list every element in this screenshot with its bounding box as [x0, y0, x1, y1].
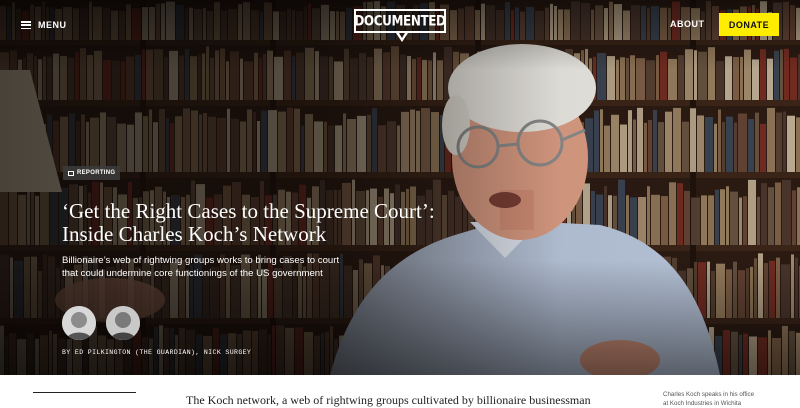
article-dek: Billionaire’s web of rightwing groups wo…	[62, 255, 357, 280]
photo-caption-line-2: at Koch Industries in Wichita	[663, 400, 783, 408]
menu-button[interactable]: MENU	[21, 18, 67, 32]
author-avatar[interactable]	[62, 306, 96, 340]
tag-icon	[68, 171, 74, 176]
about-link[interactable]: ABOUT	[670, 19, 705, 29]
headline-line-2: Inside Charles Koch’s Network	[62, 222, 326, 246]
section-tag-label: REPORTING	[77, 170, 115, 176]
hamburger-icon	[21, 21, 31, 29]
hero-image: MENU DOCUMENTED ABOUT DONATE REPORTING ‘…	[0, 0, 800, 375]
photo-caption-line-1: Charles Koch speaks in his office	[663, 391, 783, 400]
article-body-start: The Koch network, a web of rightwing gro…	[186, 393, 656, 408]
author-avatar[interactable]	[106, 306, 140, 340]
article-headline: ‘Get the Right Cases to the Supreme Cour…	[62, 200, 482, 246]
site-logo[interactable]: DOCUMENTED	[354, 9, 446, 33]
byline: BY ED PILKINGTON (THE GUARDIAN), NICK SU…	[62, 349, 251, 356]
section-tag[interactable]: REPORTING	[63, 166, 120, 180]
divider	[33, 392, 136, 393]
photo-caption: Charles Koch speaks in his office at Koc…	[663, 391, 783, 408]
menu-label: MENU	[38, 20, 67, 30]
logo-text: DOCUMENTED	[354, 13, 445, 29]
headline-line-1: ‘Get the Right Cases to the Supreme Cour…	[62, 199, 435, 223]
donate-button[interactable]: DONATE	[719, 13, 779, 36]
